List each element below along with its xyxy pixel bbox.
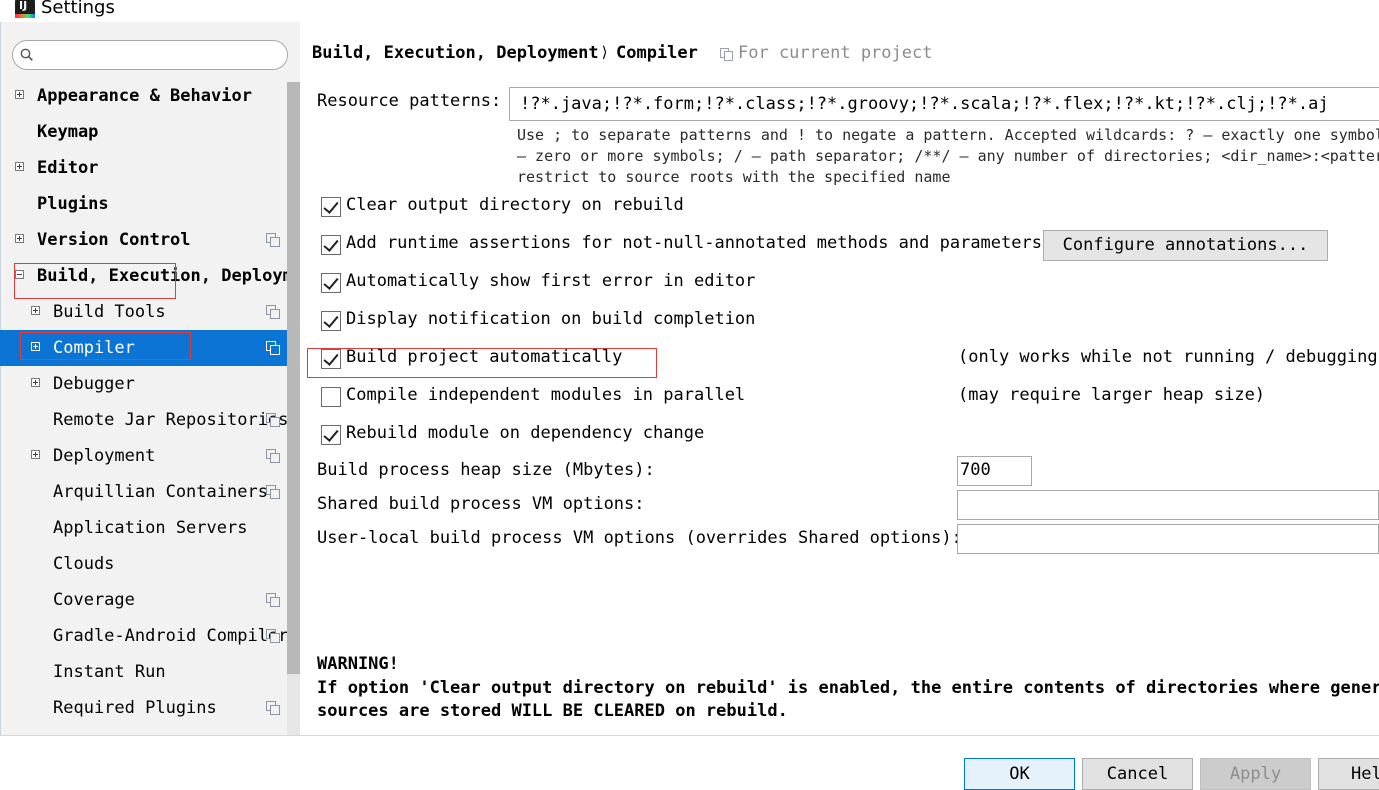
sidebar-item-gradle-android-compiler[interactable]: Gradle-Android Compiler [0,618,287,654]
parallel-compile-note: (may require larger heap size) [958,385,1266,405]
sidebar-item-coverage[interactable]: Coverage [0,582,287,618]
expand-icon[interactable] [31,450,40,459]
resource-patterns-value: !?*.java;!?*.form;!?*.class;!?*.groovy;!… [520,94,1329,114]
project-level-icon [266,305,280,319]
sidebar-item-deployment[interactable]: Deployment [0,438,287,474]
project-scope-icon [720,48,733,61]
search-icon [20,48,33,61]
sidebar-item-label: Instant Run [53,662,166,682]
project-level-icon [266,701,280,715]
option-label: Add runtime assertions for not-null-anno… [346,233,1042,253]
sidebar-item-debugger[interactable]: Debugger [0,366,287,402]
sidebar-item-label: Deployment [53,446,156,466]
sidebar-item-remote-jar-repositories[interactable]: Remote Jar Repositories [0,402,287,438]
configure-annotations-button[interactable]: Configure annotations... [1043,230,1328,261]
option-label: Automatically show first error in editor [346,271,756,291]
expand-icon[interactable] [15,234,24,243]
warning-title: WARNING! [317,654,399,674]
sidebar-item-appearance-behavior[interactable]: Appearance & Behavior [0,78,287,114]
sidebar-item-label: Required Plugins [53,698,217,718]
checkbox[interactable] [321,425,341,445]
sidebar-item-label: Gradle-Android Compiler [53,626,287,646]
title-bar: IJ Settings [0,0,1379,22]
user-vm-options-label: User-local build process VM options (ove… [317,528,962,548]
resource-patterns-hint-line: Use ; to separate patterns and ! to nega… [517,126,1379,144]
sidebar-item-plugins[interactable]: Plugins [0,186,287,222]
resource-patterns-input[interactable]: !?*.java;!?*.form;!?*.class;!?*.groovy;!… [509,87,1379,121]
sidebar-item-label: Plugins [37,194,109,214]
expand-icon[interactable] [31,378,40,387]
sidebar-item-arquillian-containers[interactable]: Arquillian Containers [0,474,287,510]
resource-patterns-label: Resource patterns: [317,91,502,111]
breadcrumb-section: Build, Execution, Deployment [312,43,599,63]
warning-text: If option 'Clear output directory on reb… [317,677,1379,723]
sidebar-item-instant-run[interactable]: Instant Run [0,654,287,690]
checkbox[interactable] [321,387,341,407]
project-level-icon [266,629,280,643]
sidebar-item-required-plugins[interactable]: Required Plugins [0,690,287,726]
checkbox[interactable] [321,197,341,217]
project-level-icon [266,449,280,463]
cancel-button[interactable]: Cancel [1082,758,1193,790]
warning-line: sources are stored WILL BE CLEARED on re… [317,701,788,721]
project-level-icon [266,413,280,427]
sidebar-item-label: Keymap [37,122,99,142]
checkbox[interactable] [321,349,341,369]
sidebar-item-editor[interactable]: Editor [0,150,287,186]
sidebar-item-label: Remote Jar Repositories [53,410,287,430]
project-level-icon [266,233,280,247]
breadcrumb-current-page: Compiler [616,43,698,63]
sidebar-item-label: Editor [37,158,99,178]
option-label: Build project automatically [346,347,623,367]
heap-size-input[interactable]: 700 [957,456,1032,486]
scope-label: For current project [738,43,933,63]
shared-vm-options-label: Shared build process VM options: [317,494,645,514]
sidebar-item-label: Coverage [53,590,135,610]
ok-button[interactable]: OK [964,758,1075,790]
shared-vm-options-input[interactable] [957,490,1379,520]
sidebar-item-label: Build Tools [53,302,166,322]
heap-size-label: Build process heap size (Mbytes): [317,460,655,480]
resource-patterns-hint-line: — zero or more symbols; / — path separat… [517,147,1379,165]
sidebar-item-clouds[interactable]: Clouds [0,546,287,582]
sidebar-item-version-control[interactable]: Version Control [0,222,287,258]
apply-button[interactable]: Apply [1200,758,1311,790]
sidebar-item-application-servers[interactable]: Application Servers [0,510,287,546]
heap-size-value: 700 [960,460,991,480]
sidebar-item-build-tools[interactable]: Build Tools [0,294,287,330]
sidebar-item-label: Appearance & Behavior [37,86,252,106]
user-vm-options-input[interactable] [957,524,1379,554]
project-level-icon [266,593,280,607]
sidebar-item-keymap[interactable]: Keymap [0,114,287,150]
settings-search-input[interactable] [12,40,288,70]
breadcrumb-separator: ⟩ [600,43,610,61]
build-automatically-note: (only works while not running / debuggin… [958,347,1379,367]
expand-icon[interactable] [15,90,24,99]
option-label: Compile independent modules in parallel [346,385,746,405]
sidebar-item-label: Application Servers [53,518,248,538]
highlight-box-build-execution [14,263,176,299]
project-level-icon [266,341,280,355]
sidebar-item-label: Debugger [53,374,135,394]
option-label: Clear output directory on rebuild [346,195,684,215]
help-button[interactable]: Help [1318,758,1379,790]
resource-patterns-hint-line: restrict to source roots with the specif… [517,168,951,186]
expand-icon[interactable] [31,306,40,315]
checkbox[interactable] [321,273,341,293]
project-level-icon [266,485,280,499]
sidebar-item-label: Arquillian Containers [53,482,268,502]
option-label: Display notification on build completion [346,309,756,329]
option-label: Rebuild module on dependency change [346,423,705,443]
intellij-app-icon: IJ [15,0,35,18]
sidebar-item-label: Clouds [53,554,115,574]
warning-line: If option 'Clear output directory on reb… [317,678,1379,698]
window-title: Settings [41,0,115,18]
sidebar-item-label: Version Control [37,230,191,250]
checkbox[interactable] [321,235,341,255]
sidebar-scrollbar-thumb[interactable] [287,82,300,674]
expand-icon[interactable] [15,162,24,171]
checkbox[interactable] [321,311,341,331]
highlight-box-compiler [20,332,191,360]
